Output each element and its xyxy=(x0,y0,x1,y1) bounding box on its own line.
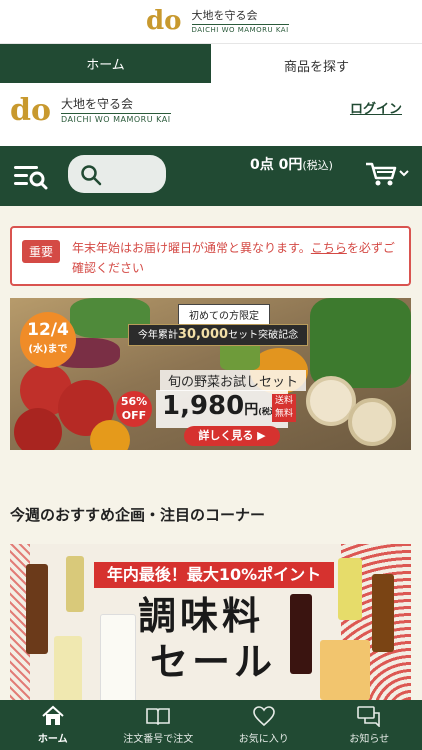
main-content: 重要 年末年始はお届け曜日が通常と異なります。こちらを必ずご確認ください 12/… xyxy=(0,206,422,700)
bottle-image xyxy=(54,636,82,700)
bottle-image xyxy=(372,574,394,652)
notice-message: 年末年始はお届け曜日が通常と異なります。 xyxy=(72,241,311,255)
bottle-image xyxy=(338,558,362,620)
vegetable-image xyxy=(348,398,396,446)
notice-link[interactable]: こちら xyxy=(311,241,347,255)
trial-set-title: 旬の野菜お試しセット xyxy=(160,370,307,391)
logo-japanese: 大地を守る会 xyxy=(191,8,258,22)
discount-percent: 56% xyxy=(120,395,148,408)
bottle-image xyxy=(320,640,370,700)
app-logo: do 大地を守る会 DAICHI WO MAMORU KAI xyxy=(146,8,289,34)
trial-set-banner[interactable]: 12/4 (水)まで 初めての方限定 今年累計30,000セット突破記念 旬の野… xyxy=(10,298,411,450)
bottle-image xyxy=(66,556,84,612)
heart-icon xyxy=(252,706,275,727)
logo-japanese: 大地を守る会 xyxy=(61,97,134,111)
login-link[interactable]: ログイン xyxy=(350,98,402,117)
sale-title-line2: セール xyxy=(150,639,277,684)
details-button[interactable]: 詳しく見る ▶ xyxy=(184,426,280,446)
menu-search-icon[interactable] xyxy=(12,162,48,192)
nav-home[interactable]: ホーム xyxy=(0,700,106,750)
nav-order-label: 注文番号で注文 xyxy=(123,734,194,745)
trial-price: 1,980円(税込) xyxy=(156,390,288,428)
free-shipping-badge: 送料無料 xyxy=(272,394,296,422)
top-tabs: ホーム 商品を探す xyxy=(0,44,422,86)
tab-search-products[interactable]: 商品を探す xyxy=(211,44,422,86)
sale-title-line1: 調味料 xyxy=(138,593,265,638)
bottle-image xyxy=(100,614,136,700)
cart-icon[interactable] xyxy=(364,160,410,192)
seasoning-sale-banner[interactable]: 年内最後！最大10%ポイント 調味料 セール xyxy=(10,544,411,700)
notice-text: 年末年始はお届け曜日が通常と異なります。こちらを必ずご確認ください xyxy=(72,238,402,278)
deadline-badge: 12/4 (水)まで xyxy=(20,312,76,368)
bottle-image xyxy=(290,594,312,674)
deadline-day: (水)まで xyxy=(28,344,68,355)
cart-summary: 0点 0円(税込) xyxy=(250,154,333,174)
bottom-navigation: ホーム 注文番号で注文 お気に入り お知らせ xyxy=(0,700,422,750)
chat-icon xyxy=(357,706,381,727)
nav-favorites-label: お気に入り xyxy=(238,734,289,745)
logo-mark: do xyxy=(146,6,182,36)
vegetable-image xyxy=(14,408,62,450)
logo-mark: do xyxy=(10,93,51,128)
cart-tax-note: (税込) xyxy=(302,159,333,172)
tab-home[interactable]: ホーム xyxy=(0,44,211,86)
logo-english: DAICHI WO MAMORU KAI xyxy=(191,23,289,34)
nav-home-label: ホーム xyxy=(37,734,68,745)
nav-favorites[interactable]: お気に入り xyxy=(211,700,317,750)
discount-label: OFF xyxy=(121,409,147,422)
cart-points: 0点 xyxy=(250,157,274,173)
home-icon xyxy=(42,705,64,725)
site-header: do 大地を守る会 DAICHI WO MAMORU KAI ログイン xyxy=(0,86,422,146)
utility-bar: 0点 0円(税込) xyxy=(0,146,422,206)
record-suffix: セット突破記念 xyxy=(228,330,299,341)
nav-notifications-label: お知らせ xyxy=(349,734,390,745)
notice-badge: 重要 xyxy=(22,240,61,263)
discount-badge: 56% OFF xyxy=(116,391,152,427)
search-icon xyxy=(81,165,102,186)
nav-notifications[interactable]: お知らせ xyxy=(317,700,422,750)
sale-ribbon: 年内最後！最大10%ポイント xyxy=(94,562,334,588)
record-value: 30,000 xyxy=(177,327,229,342)
bottle-image xyxy=(26,564,48,654)
price-value: 1,980 xyxy=(162,391,245,421)
details-button-label: 詳しく見る xyxy=(198,429,254,442)
search-input[interactable] xyxy=(68,155,166,193)
vegetable-image xyxy=(310,298,411,388)
nav-order-by-number[interactable]: 注文番号で注文 xyxy=(106,700,212,750)
important-notice: 重要 年末年始はお届け曜日が通常と異なります。こちらを必ずご確認ください xyxy=(10,226,411,286)
price-unit: 円 xyxy=(244,402,259,418)
book-icon xyxy=(146,708,171,726)
record-prefix: 今年累計 xyxy=(137,330,178,341)
site-logo[interactable]: do 大地を守る会 DAICHI WO MAMORU KAI xyxy=(10,93,171,128)
limit-tag: 初めての方限定 xyxy=(178,304,270,325)
cart-amount: 0円 xyxy=(278,157,303,173)
deadline-date: 12/4 xyxy=(27,320,69,340)
section-title: 今週のおすすめ企画・注目のコーナー xyxy=(10,506,266,524)
sales-record: 今年累計30,000セット突破記念 xyxy=(128,324,308,346)
app-header: do 大地を守る会 DAICHI WO MAMORU KAI xyxy=(0,0,422,44)
logo-english: DAICHI WO MAMORU KAI xyxy=(61,113,171,124)
